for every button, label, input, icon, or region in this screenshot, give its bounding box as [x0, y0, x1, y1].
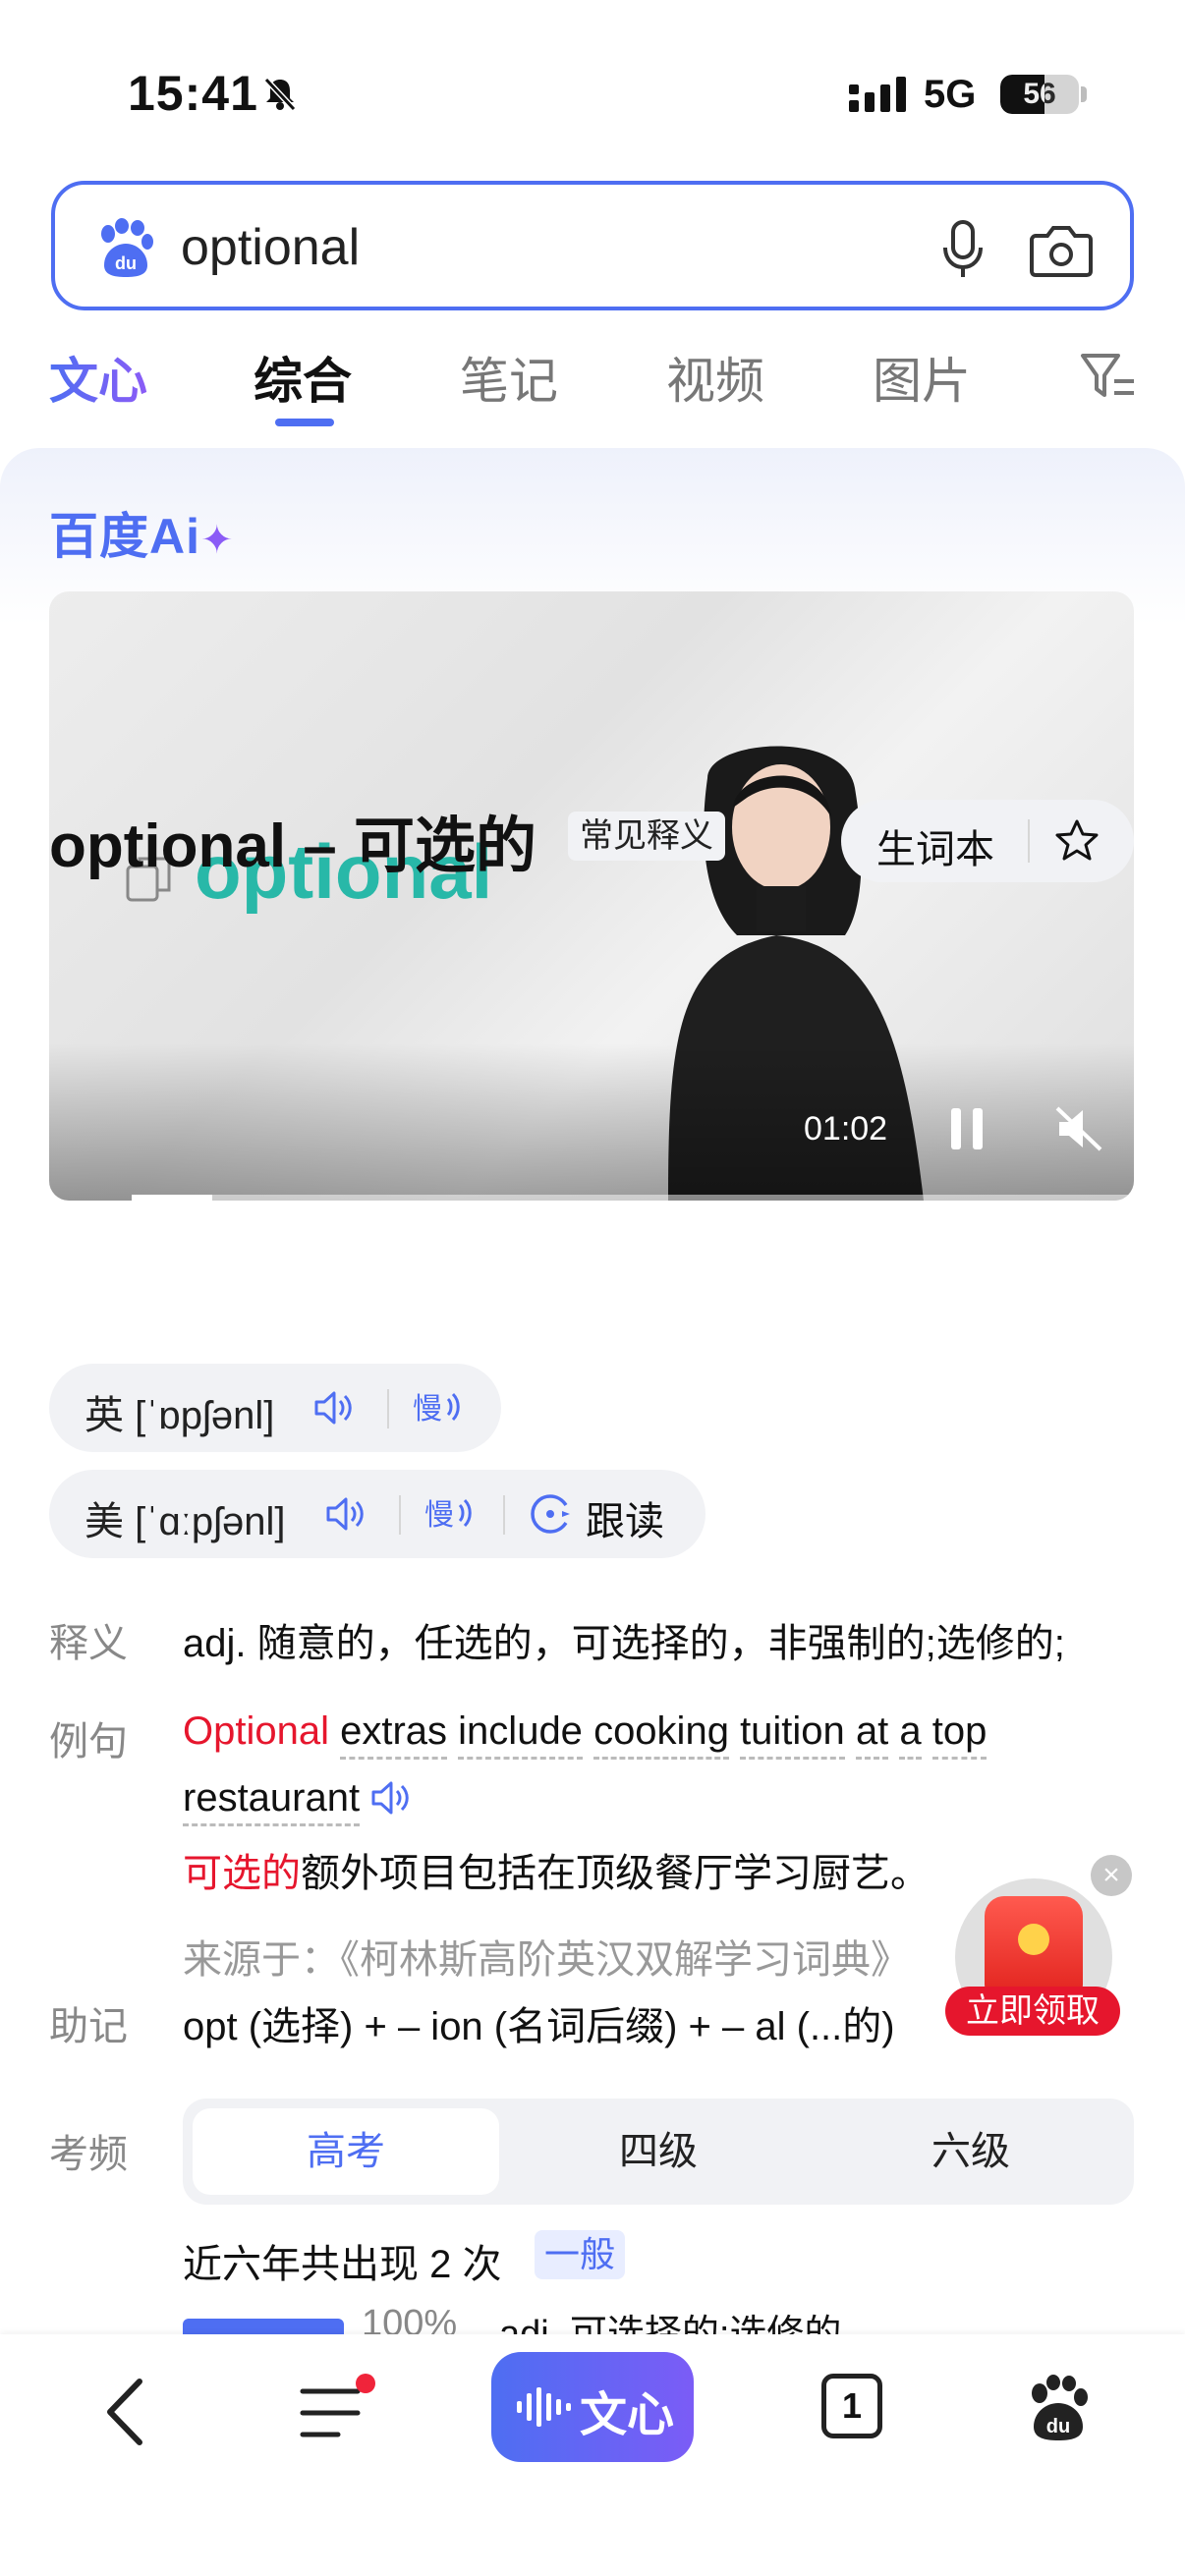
mnemonic-label: 助记 — [49, 2005, 128, 2048]
slow-speaker-icon[interactable]: 慢 — [424, 1489, 474, 1539]
filter-icon[interactable] — [1079, 350, 1138, 405]
vocab-book-button[interactable]: 生词本 — [841, 800, 1134, 882]
coin-icon — [1018, 1924, 1049, 1955]
bottom-navigation: 文心 1 du — [0, 2334, 1185, 2576]
tab-images[interactable]: 图片 — [873, 342, 971, 413]
battery-cap — [1081, 86, 1087, 102]
battery-icon: 56 — [1000, 75, 1079, 114]
baidu-home-icon[interactable]: du — [1026, 2374, 1091, 2442]
divider — [387, 1389, 389, 1428]
notification-dot — [356, 2374, 375, 2393]
exam-tab-gaokao[interactable]: 高考 — [193, 2108, 499, 2195]
voice-wave-icon — [517, 2387, 571, 2427]
example-source: 来源于：《柯林斯高阶英汉双解学习词典》 — [183, 1938, 910, 1982]
svg-text:慢: 慢 — [413, 1392, 442, 1427]
active-tab-underline — [275, 419, 334, 426]
network-label: 5G — [924, 73, 977, 116]
video-time: 01:02 — [804, 1110, 888, 1148]
speaker-icon[interactable] — [312, 1387, 354, 1428]
back-arrow-icon[interactable] — [100, 2376, 149, 2448]
baidu-ai-logo-text: 百度Ai — [49, 509, 200, 564]
follow-read-label[interactable]: 跟读 — [586, 1489, 664, 1546]
status-time: 15:41 — [128, 66, 258, 121]
search-tabs: 文心 综合 笔记 视频 图片 — [0, 334, 1185, 432]
red-packet-close-button[interactable]: × — [1091, 1855, 1132, 1896]
exam-segmented-control: 高考 四级 六级 — [183, 2099, 1134, 2205]
bell-off-icon — [263, 77, 297, 112]
red-packet-claim-button[interactable]: 立即领取 — [945, 1987, 1120, 2036]
vocab-book-label: 生词本 — [876, 828, 994, 871]
divider — [503, 1495, 505, 1535]
example-label: 例句 — [49, 1720, 128, 1764]
exam-frequency-level: 一般 — [535, 2230, 626, 2279]
example-translation: 可选的额外项目包括在顶级餐厅学习厨艺。 — [183, 1841, 930, 1898]
translation-rest: 额外项目包括在顶级餐厅学习厨艺。 — [301, 1852, 930, 1895]
svg-text:慢: 慢 — [424, 1498, 454, 1533]
baidu-logo-icon: du — [101, 218, 153, 277]
tab-notes[interactable]: 笔记 — [460, 342, 558, 413]
example-word[interactable]: include — [458, 1709, 583, 1760]
tab-all[interactable]: 综合 — [254, 342, 352, 413]
svg-text:du: du — [1046, 2416, 1070, 2437]
example-word[interactable]: tuition — [740, 1709, 845, 1760]
example-word[interactable]: cooking — [593, 1709, 729, 1760]
microphone-icon[interactable] — [935, 218, 990, 281]
us-phonetic: 美 [ˈɑːpʃənl] — [85, 1500, 286, 1543]
baidu-ai-logo: 百度Ai✦ — [49, 497, 235, 568]
mnemonic-text: opt (选择) + – ion (名词后缀) + – al (...的) — [183, 2005, 895, 2048]
wenxin-label: 文心 — [580, 2389, 675, 2441]
video-progress-fill — [132, 1195, 212, 1201]
speaker-icon[interactable] — [369, 1777, 411, 1819]
exam-tab-cet4[interactable]: 四级 — [505, 2108, 812, 2195]
follow-read-icon[interactable] — [529, 1491, 574, 1537]
video-progress[interactable] — [132, 1195, 1134, 1201]
svg-text:du: du — [115, 253, 137, 273]
translation-highlight: 可选的 — [183, 1852, 301, 1895]
common-meaning-badge: 常见释义 — [568, 812, 725, 861]
signal-icon — [849, 77, 906, 112]
divider — [399, 1495, 401, 1535]
word-title: optional – 可选的 — [49, 812, 537, 880]
sparkle-icon: ✦ — [200, 519, 235, 562]
wenxin-button[interactable]: 文心 — [491, 2352, 694, 2462]
search-input[interactable]: optional — [181, 214, 360, 281]
search-bar[interactable]: du optional — [51, 181, 1134, 310]
exam-frequency-label: 考频 — [49, 2133, 128, 2176]
camera-icon[interactable] — [1028, 220, 1095, 279]
example-sentence-line-1: Optional extras include cooking tuition … — [183, 1709, 988, 1760]
status-bar: 15:41 5G 56 — [0, 0, 1185, 187]
tab-wenxin[interactable]: 文心 — [49, 342, 147, 413]
speaker-icon[interactable] — [324, 1493, 366, 1535]
example-word[interactable]: at — [855, 1709, 889, 1760]
example-word[interactable]: restaurant — [183, 1776, 361, 1826]
definition-text: adj. 随意的，任选的，可选择的，非强制的;选修的; — [183, 1622, 1065, 1665]
example-word[interactable]: a — [899, 1709, 922, 1760]
pause-icon[interactable] — [945, 1104, 988, 1153]
example-word[interactable]: extras — [340, 1709, 448, 1760]
uk-pronunciation[interactable]: 英 [ˈɒpʃənl] 慢 — [49, 1364, 501, 1452]
definition-label: 释义 — [49, 1622, 128, 1665]
us-pronunciation[interactable]: 美 [ˈɑːpʃənl] 慢 跟读 — [49, 1470, 705, 1558]
exam-frequency-summary: 近六年共出现 2 次 — [183, 2243, 502, 2286]
tab-videos[interactable]: 视频 — [666, 342, 764, 413]
menu-icon[interactable] — [299, 2383, 367, 2442]
slow-speaker-icon[interactable]: 慢 — [413, 1383, 462, 1432]
mute-icon[interactable] — [1053, 1104, 1104, 1153]
battery-percent: 56 — [1023, 78, 1056, 110]
tabs-count-button[interactable]: 1 — [821, 2374, 882, 2438]
example-highlight-word[interactable]: Optional — [183, 1709, 329, 1753]
example-sentence-line-2: restaurant — [183, 1776, 411, 1826]
video-player[interactable]: optional 01:02 — [49, 591, 1134, 1201]
divider — [1028, 819, 1030, 863]
exam-tab-cet6[interactable]: 六级 — [818, 2108, 1124, 2195]
example-word[interactable]: top — [931, 1709, 988, 1760]
uk-phonetic: 英 [ˈɒpʃənl] — [85, 1394, 275, 1437]
star-icon[interactable] — [1053, 817, 1100, 865]
